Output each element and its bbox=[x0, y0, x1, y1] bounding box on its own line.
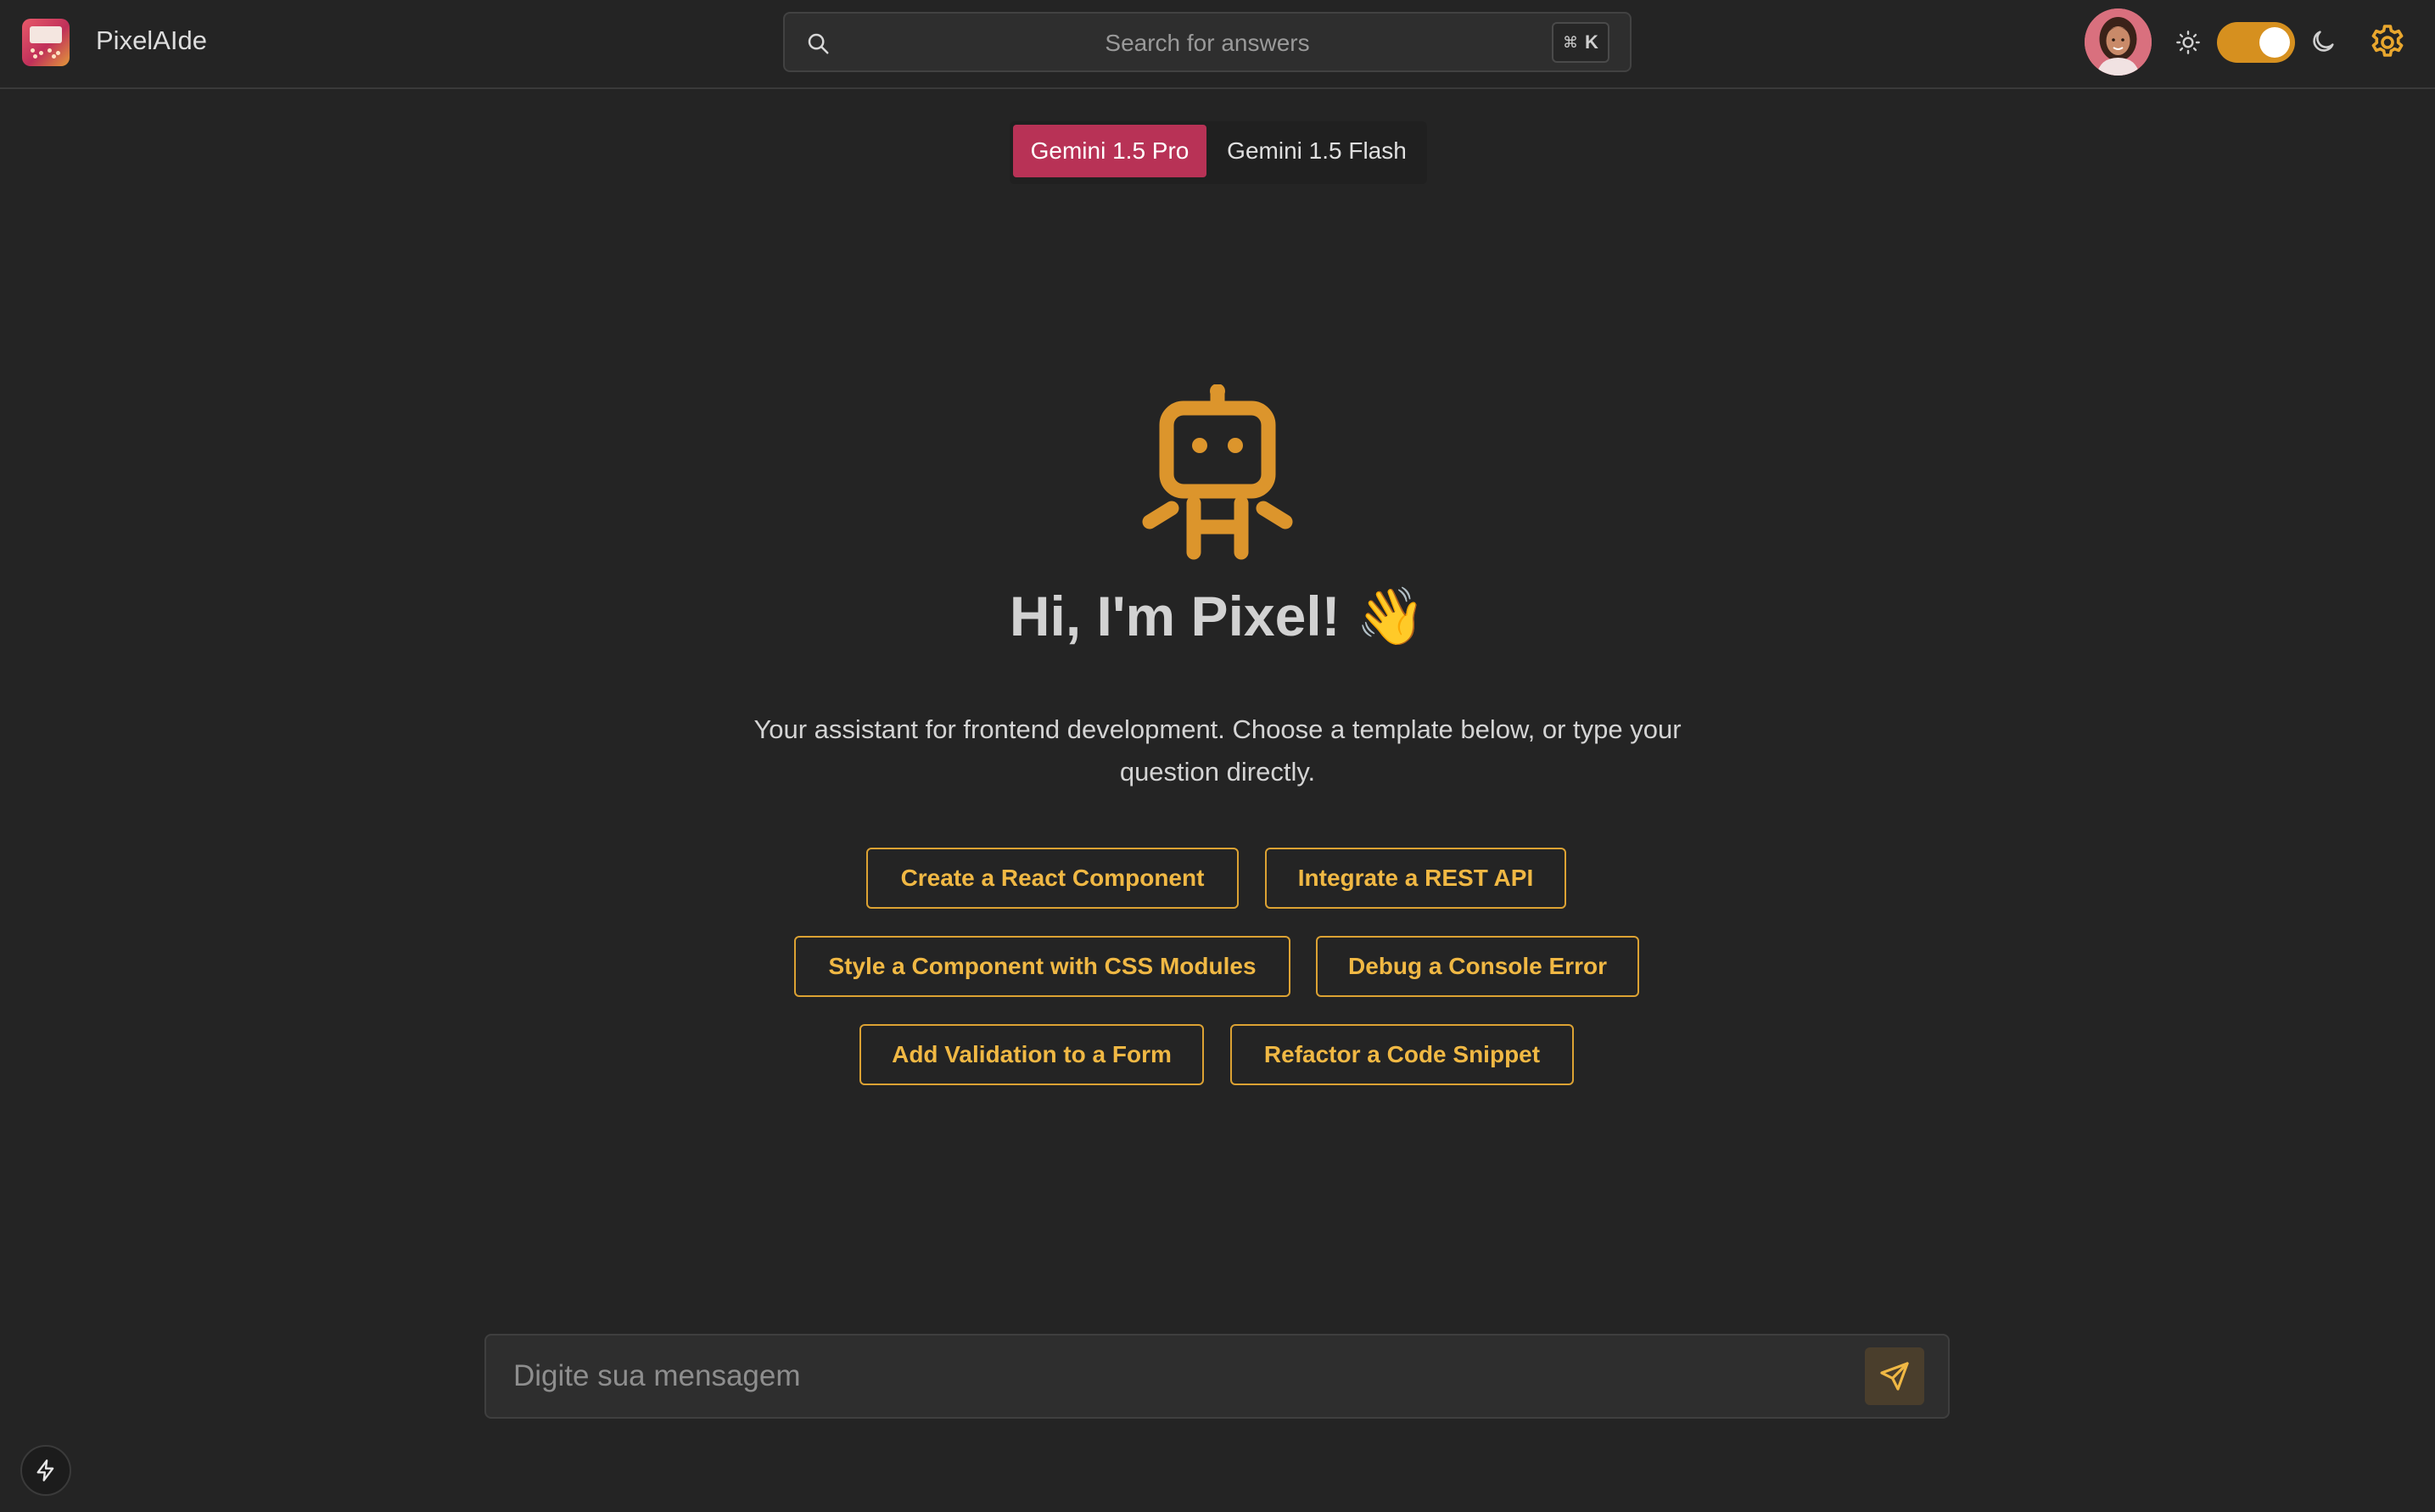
model-option-gemini-pro[interactable]: Gemini 1.5 Pro bbox=[1013, 125, 1206, 177]
template-button-form-validation[interactable]: Add Validation to a Form bbox=[859, 1024, 1204, 1085]
quick-action-button[interactable] bbox=[20, 1445, 71, 1496]
template-button-console-error[interactable]: Debug a Console Error bbox=[1316, 936, 1639, 997]
lightning-icon bbox=[36, 1459, 54, 1481]
send-icon bbox=[1880, 1362, 1909, 1391]
template-button-refactor-snippet[interactable]: Refactor a Code Snippet bbox=[1230, 1024, 1574, 1085]
user-avatar[interactable] bbox=[2085, 8, 2152, 76]
app-logo[interactable] bbox=[22, 19, 70, 66]
gear-icon[interactable] bbox=[2367, 22, 2408, 63]
app-root: PixelAIde Search for answers ⌘ K Gemini … bbox=[0, 0, 2435, 1512]
robot-icon bbox=[1142, 384, 1293, 560]
search-placeholder: Search for answers bbox=[1105, 30, 1310, 56]
model-option-gemini-flash[interactable]: Gemini 1.5 Flash bbox=[1210, 125, 1424, 177]
search-bar[interactable]: Search for answers ⌘ K bbox=[783, 12, 1632, 72]
template-button-rest-api[interactable]: Integrate a REST API bbox=[1265, 848, 1566, 909]
sun-icon[interactable] bbox=[2175, 29, 2202, 56]
app-name: PixelAIde bbox=[96, 25, 207, 55]
message-input[interactable] bbox=[513, 1357, 1786, 1396]
top-bar: PixelAIde Search for answers ⌘ K bbox=[0, 0, 2435, 89]
send-button[interactable] bbox=[1865, 1347, 1924, 1405]
search-shortcut-badge: ⌘ K bbox=[1552, 22, 1609, 63]
template-button-css-modules[interactable]: Style a Component with CSS Modules bbox=[794, 936, 1290, 997]
welcome-subtitle: Your assistant for frontend development.… bbox=[753, 714, 1682, 787]
theme-toggle[interactable] bbox=[2217, 22, 2295, 63]
model-selector: Gemini 1.5 Pro Gemini 1.5 Flash bbox=[1010, 121, 1427, 184]
template-button-react-component[interactable]: Create a React Component bbox=[866, 848, 1239, 909]
message-composer bbox=[484, 1334, 1950, 1419]
command-key-symbol: ⌘ bbox=[1563, 33, 1579, 51]
welcome-heading: Hi, I'm Pixel! 👋 bbox=[1009, 585, 1426, 647]
moon-icon[interactable] bbox=[2309, 27, 2337, 56]
shortcut-key: K bbox=[1585, 31, 1598, 53]
toggle-knob bbox=[2259, 27, 2290, 58]
